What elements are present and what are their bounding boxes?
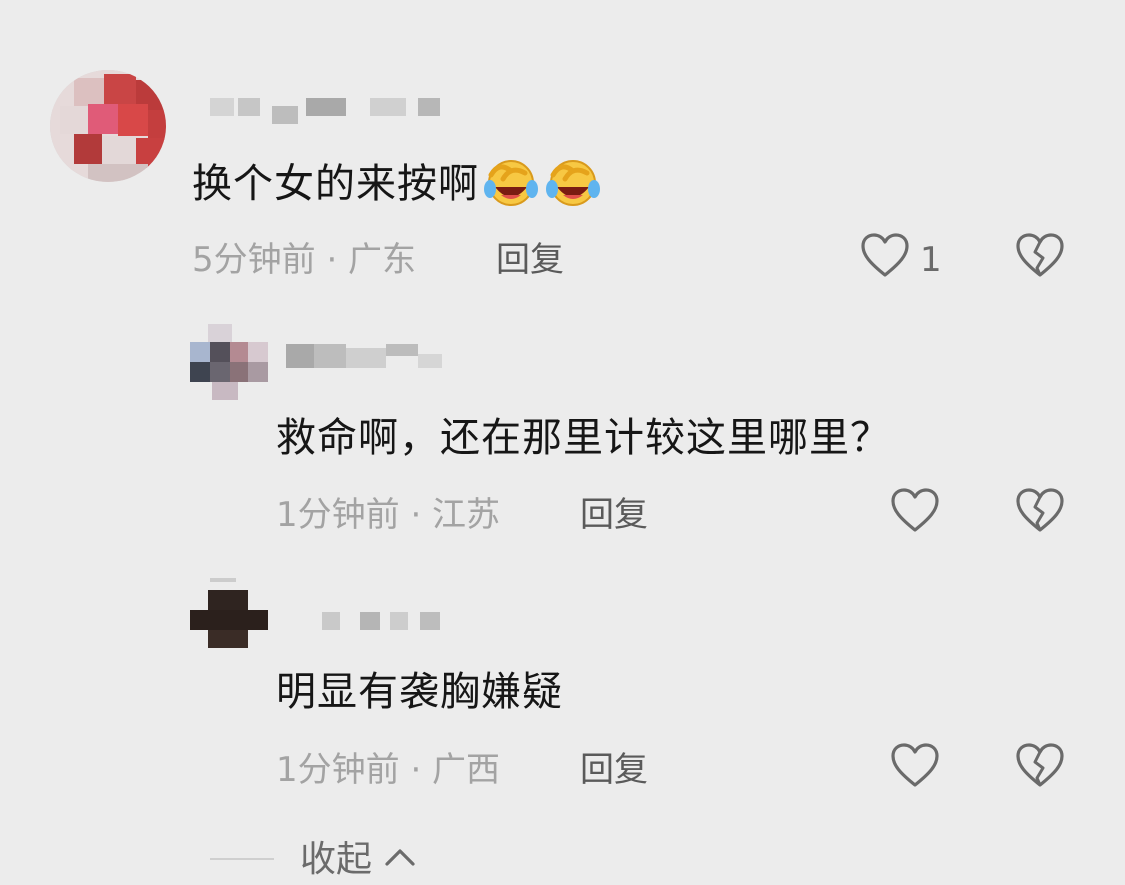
like-count: 1	[920, 240, 942, 280]
broken-heart-icon[interactable]	[1015, 233, 1065, 279]
heart-outline-icon[interactable]	[890, 488, 940, 534]
comment-text: 换个女的来按啊	[192, 155, 603, 208]
broken-heart-icon[interactable]	[1015, 488, 1065, 534]
comment-thread: 换个女的来按啊 5分钟前 · 广东 回复 1 救命啊，还在那里计较这里哪里？ 1…	[0, 0, 1125, 885]
laughing-crying-emoji-icon	[484, 160, 538, 206]
username[interactable]	[322, 606, 442, 636]
comment-meta: 1分钟前 · 江苏	[276, 495, 501, 535]
username[interactable]	[210, 92, 440, 124]
heart-outline-icon[interactable]	[860, 233, 910, 279]
reply-button[interactable]: 回复	[580, 750, 648, 790]
comment-meta: 5分钟前 · 广东	[192, 240, 417, 280]
comment-text: 明显有袭胸嫌疑	[276, 669, 563, 715]
comment-text-content: 换个女的来按啊	[192, 161, 479, 207]
chevron-up-icon	[385, 849, 416, 866]
avatar[interactable]	[190, 578, 268, 648]
reply-button[interactable]: 回复	[496, 240, 564, 280]
broken-heart-icon[interactable]	[1015, 743, 1065, 789]
comment-meta: 1分钟前 · 广西	[276, 750, 501, 790]
avatar[interactable]	[50, 70, 166, 182]
collapse-label: 收起	[300, 839, 373, 880]
reply-button[interactable]: 回复	[580, 495, 648, 535]
collapse-divider	[210, 858, 274, 860]
username[interactable]	[286, 340, 446, 370]
comment-text: 救命啊，还在那里计较这里哪里？	[276, 415, 891, 461]
heart-outline-icon[interactable]	[890, 743, 940, 789]
laughing-crying-emoji-icon	[546, 160, 600, 206]
collapse-button[interactable]: 收起	[300, 838, 417, 882]
avatar[interactable]	[190, 324, 268, 400]
